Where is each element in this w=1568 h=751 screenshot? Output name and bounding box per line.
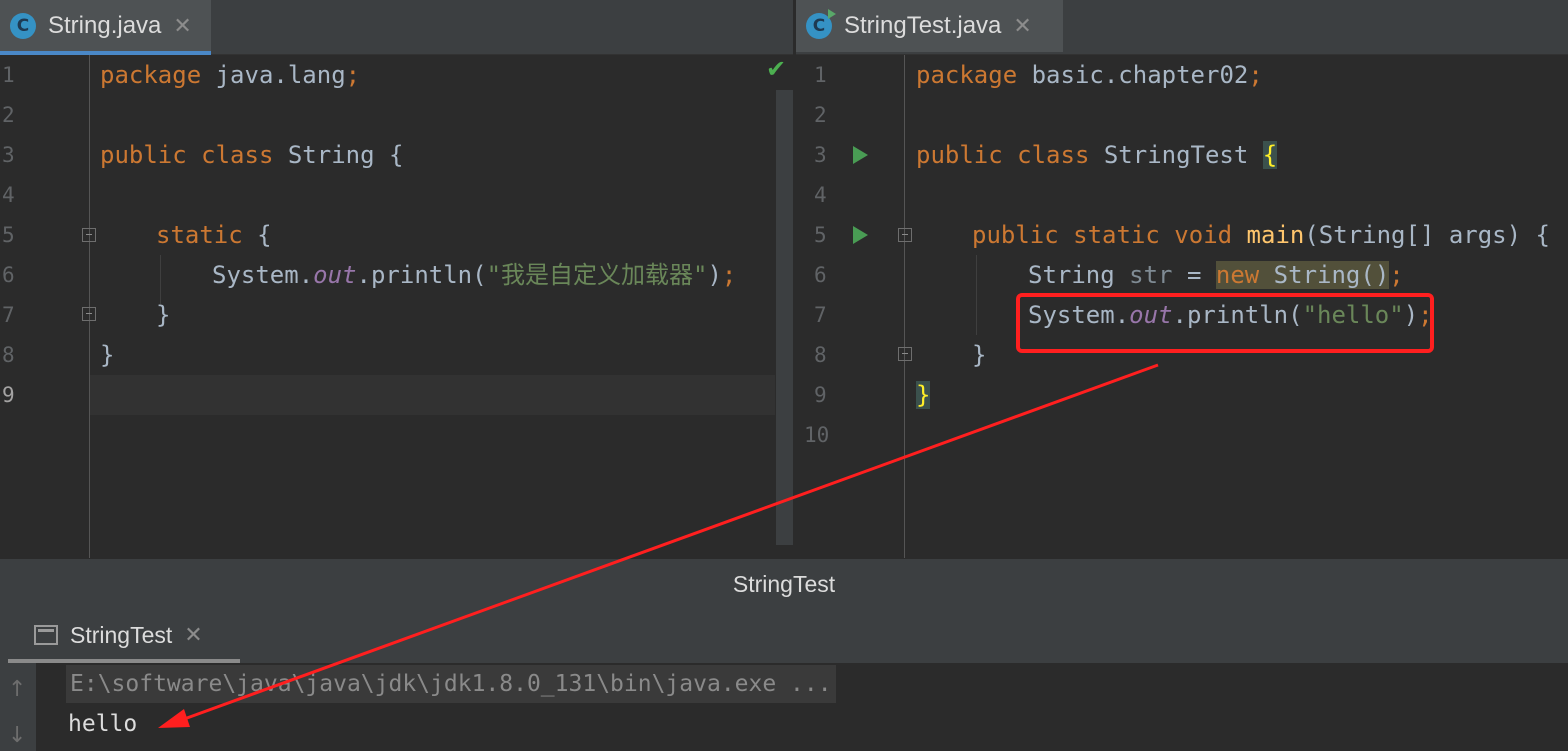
line-number: 6 (814, 263, 827, 287)
inspection-ok-icon: ✔ (766, 55, 787, 83)
line-number: 1 (2, 63, 15, 87)
run-panel-title: StringTest (732, 570, 836, 597)
up-arrow-icon[interactable]: ↑ (8, 677, 26, 702)
line-number: 2 (814, 103, 827, 127)
line-number: 6 (2, 263, 15, 287)
code-line-6: System.out.println("我是自定义加载器"); (212, 261, 737, 289)
code-line-8: } (100, 341, 115, 369)
line-number: 8 (814, 343, 827, 367)
editor-scrollbar[interactable] (776, 90, 793, 545)
line-number: 10 (804, 423, 830, 447)
line-number: 3 (2, 143, 15, 167)
tab-string-java[interactable]: C String.java ✕ (0, 0, 211, 55)
line-number: 1 (814, 63, 827, 87)
left-editor-tabbar: C String.java ✕ (0, 0, 793, 55)
fold-marker-icon[interactable] (898, 228, 912, 242)
line-number: 7 (2, 303, 15, 327)
console-output[interactable]: ↑ ↓ E:\software\java\java\jdk\jdk1.8.0_1… (0, 663, 1568, 751)
line-number: 4 (814, 183, 827, 207)
java-class-icon: C (10, 13, 36, 39)
highlight-box (1016, 293, 1434, 353)
run-class-icon[interactable] (853, 146, 868, 164)
tab-title: String.java (48, 12, 162, 39)
code-line-6: String str = new String(); (1028, 261, 1404, 289)
console-icon (34, 625, 58, 645)
code-line-5: public static void main(String[] args) { (972, 221, 1550, 249)
tab-title: StringTest.java (844, 12, 1002, 39)
code-line-1: package basic.chapter02; (916, 61, 1263, 89)
close-icon[interactable]: ✕ (184, 623, 202, 648)
fold-marker-icon[interactable] (82, 228, 96, 242)
left-code-editor[interactable]: 1 2 3 4 5 6 7 8 9 package java.lang; pub… (0, 55, 793, 558)
line-number: 9 (814, 383, 827, 407)
gutter-divider (904, 55, 905, 558)
close-icon[interactable]: ✕ (173, 14, 191, 39)
current-line-highlight (90, 375, 775, 415)
code-line-5: static { (156, 221, 272, 249)
line-number: 9 (2, 383, 15, 407)
tab-stringtest-java[interactable]: C StringTest.java ✕ (796, 0, 1063, 52)
fold-marker-icon[interactable] (82, 307, 96, 321)
line-number: 7 (814, 303, 827, 327)
line-number: 4 (2, 183, 15, 207)
run-tabbar: StringTest ✕ (0, 609, 1568, 663)
java-class-run-icon: C (806, 9, 836, 39)
code-line-3: public class StringTest { (916, 141, 1278, 169)
line-number: 5 (2, 223, 15, 247)
right-editor-tabbar: C StringTest.java ✕ (796, 0, 1568, 55)
run-tab-title: StringTest (70, 621, 173, 648)
down-arrow-icon[interactable]: ↓ (8, 723, 26, 748)
console-toolbar: ↑ ↓ (0, 663, 36, 751)
code-line-9: } (916, 381, 931, 409)
code-line-1: package java.lang; (100, 61, 361, 89)
line-number: 5 (814, 223, 827, 247)
line-number: 2 (2, 103, 15, 127)
console-output-line: hello (68, 711, 138, 737)
tab-run-stringtest[interactable]: StringTest ✕ (8, 609, 240, 663)
indent-guide (976, 255, 977, 335)
close-icon[interactable]: ✕ (1013, 14, 1031, 39)
line-number: 3 (814, 143, 827, 167)
line-number: 8 (2, 343, 15, 367)
code-line-7: } (156, 301, 171, 329)
code-line-3: public class String { (100, 141, 404, 169)
run-main-icon[interactable] (853, 226, 868, 244)
fold-marker-icon[interactable] (898, 347, 912, 361)
console-command-line[interactable]: E:\software\java\java\jdk\jdk1.8.0_131\b… (66, 665, 836, 703)
code-line-8: } (972, 341, 987, 369)
run-panel-title-bar: StringTest (0, 559, 1568, 609)
